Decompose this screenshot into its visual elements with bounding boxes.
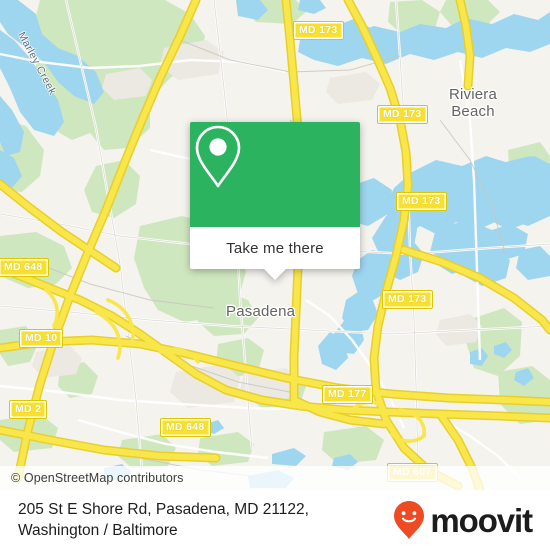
map-screenshot: Riviera Beach Pasadena Marley Creek MD 1… [0, 0, 550, 550]
road-shield-md-10[interactable]: MD 10 [19, 329, 64, 348]
road-shield-md-648-b[interactable]: MD 648 [160, 418, 211, 437]
map-canvas[interactable]: Riviera Beach Pasadena Marley Creek MD 1… [0, 0, 550, 490]
location-popup[interactable]: Take me there [190, 122, 360, 280]
moovit-pin-smiley-icon [394, 501, 425, 539]
road-shield-md-648-a[interactable]: MD 648 [0, 258, 49, 277]
moovit-wordmark: moovit [430, 501, 533, 539]
popup-tail [264, 269, 286, 280]
address-line-1: 205 St E Shore Rd, Pasadena, MD 21122, [18, 501, 309, 518]
road-shield-md-177[interactable]: MD 177 [322, 385, 373, 404]
take-me-there-label: Take me there [226, 239, 324, 257]
road-shield-md-173-c[interactable]: MD 173 [396, 192, 447, 211]
moovit-logo[interactable]: moovit [392, 500, 533, 540]
address-line-2: Washington / Baltimore [18, 522, 178, 539]
road-shield-md-173-a[interactable]: MD 173 [293, 21, 344, 40]
address-block: 205 St E Shore Rd, Pasadena, MD 21122, W… [18, 499, 309, 541]
location-pin-icon [195, 125, 241, 188]
footer-bar: 205 St E Shore Rd, Pasadena, MD 21122, W… [0, 490, 550, 550]
popup-header [190, 122, 360, 227]
road-shield-md-173-d[interactable]: MD 173 [382, 290, 433, 309]
road-shield-md-173-b[interactable]: MD 173 [377, 105, 428, 124]
road-shield-md-2[interactable]: MD 2 [9, 400, 48, 419]
take-me-there-button[interactable]: Take me there [190, 227, 360, 269]
osm-attribution-text[interactable]: © OpenStreetMap contributors [0, 471, 184, 485]
map-attribution-bar: © OpenStreetMap contributors [0, 466, 550, 490]
